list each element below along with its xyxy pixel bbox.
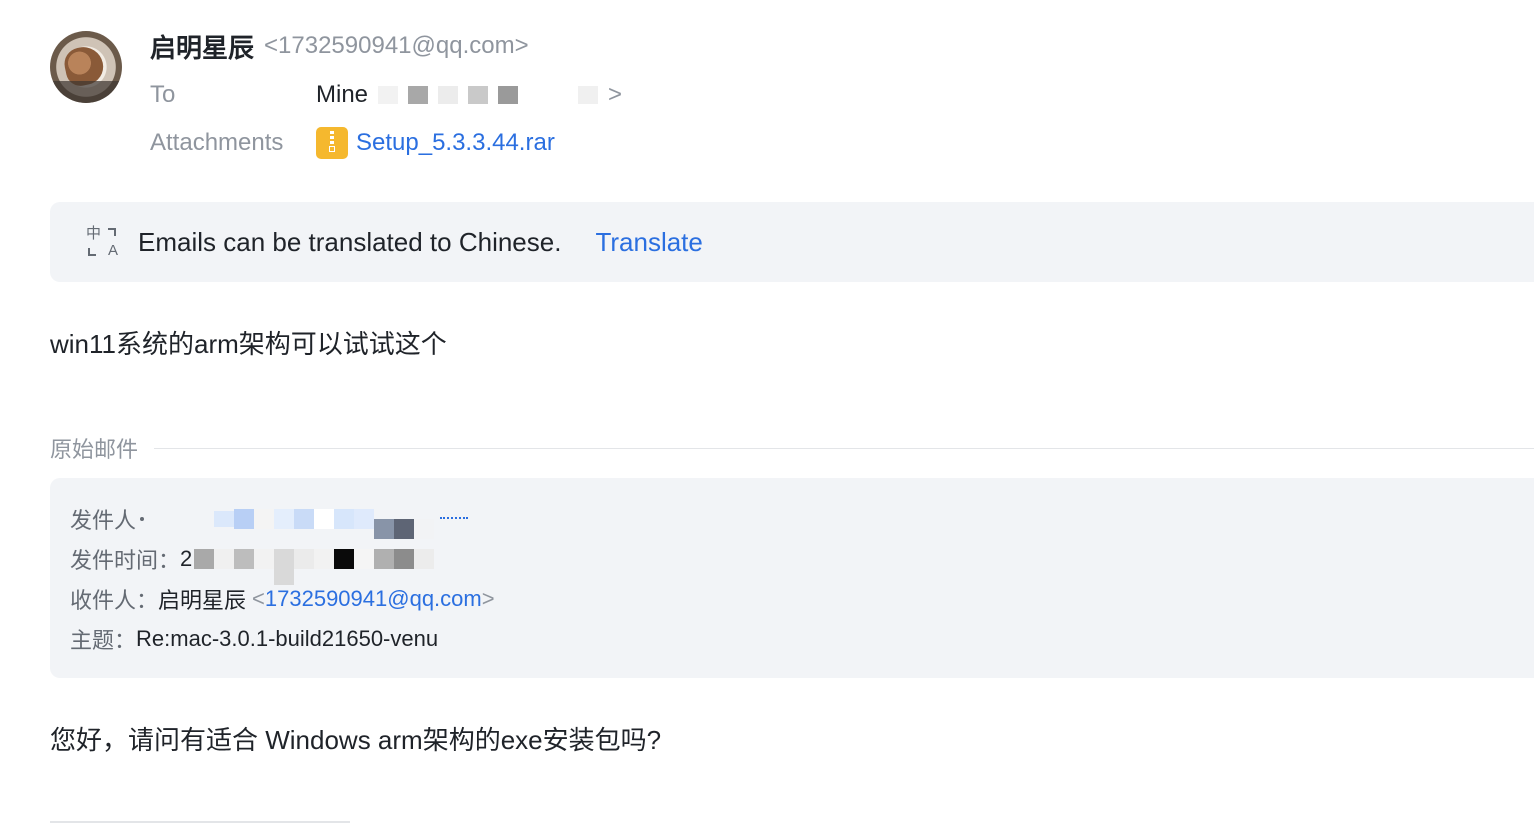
redaction-block — [414, 549, 435, 569]
attachments-row: Attachments Setup_5.3.3.44.rar — [150, 126, 555, 160]
redaction-block — [254, 549, 275, 569]
redaction-block — [394, 549, 415, 569]
quoted-to-name[interactable]: 启明星辰 — [158, 583, 246, 615]
sender-email[interactable]: <1732590941@qq.com> — [264, 32, 529, 60]
quoted-from-line: 发件人 — [70, 502, 469, 539]
original-mail-divider: 原始邮件 — [50, 432, 1534, 464]
redaction-block — [468, 86, 489, 104]
quoted-to-email-open: < — [252, 586, 265, 611]
avatar-rim — [50, 81, 122, 103]
translate-button[interactable]: Translate — [595, 227, 702, 258]
zip-file-icon[interactable] — [316, 127, 348, 159]
quoted-subject-label: 主题： — [70, 628, 137, 653]
redaction-block — [234, 549, 255, 569]
translate-icon-zh: 中 — [86, 225, 102, 242]
redaction-block — [438, 86, 459, 104]
translate-icon-a: A — [107, 242, 118, 259]
redaction-block — [334, 509, 355, 529]
email-reader: 启明星辰 <1732590941@qq.com> To Mine > Attac… — [0, 0, 1534, 826]
translate-icon-corner — [88, 248, 96, 256]
redaction-block — [498, 86, 519, 104]
sender-avatar[interactable] — [50, 31, 122, 103]
signature-divider — [50, 821, 350, 823]
redacted-time — [194, 544, 435, 585]
redaction-block — [414, 519, 435, 539]
redaction-block — [254, 509, 275, 529]
attachments-label: Attachments — [150, 129, 284, 156]
translate-banner: 中 A Emails can be translated to Chinese.… — [50, 202, 1534, 282]
redaction-block — [374, 519, 395, 539]
redaction-block — [354, 509, 375, 529]
translate-icon-corner — [108, 228, 116, 236]
redaction-block — [378, 86, 399, 104]
quoted-time-line: 发件时间： 2 — [70, 542, 435, 585]
redaction-block — [314, 509, 335, 529]
redaction-block — [354, 549, 375, 569]
redaction-block — [294, 549, 315, 569]
redaction-block — [374, 549, 395, 569]
quoted-headers-box: 发件人 发件时间： 2 收件人： 启明星辰 < 1732590941@qq.co… — [50, 478, 1534, 678]
sender-row: 启明星辰 <1732590941@qq.com> — [150, 28, 529, 64]
quoted-to-label: 收件人： — [70, 588, 159, 613]
redaction-block — [274, 549, 295, 585]
translate-message: Emails can be translated to Chinese. — [138, 226, 562, 257]
quoted-from-label: 发件人 — [70, 508, 137, 533]
redaction-block — [234, 509, 255, 529]
quoted-subject-line: 主题： Re:mac-3.0.1-build21650-venu — [70, 622, 438, 656]
quoted-to-email[interactable]: 1732590941@qq.com — [265, 586, 482, 612]
redacted-from — [140, 504, 469, 539]
redaction-block — [214, 549, 235, 569]
recipient-row: To Mine > — [150, 78, 622, 112]
redaction-block — [140, 517, 145, 521]
redaction-block — [394, 519, 415, 539]
quoted-body-text: 您好，请问有适合 Windows arm架构的exe安装包吗? — [50, 725, 662, 755]
redaction-block — [578, 86, 599, 104]
attachment-link[interactable]: Setup_5.3.3.44.rar — [356, 129, 555, 157]
redaction-block — [528, 86, 569, 104]
recipient-name[interactable]: Mine — [316, 81, 368, 109]
redaction-block — [408, 86, 429, 104]
recipient-close-angle: > — [608, 81, 623, 108]
redaction-block — [440, 517, 469, 521]
quoted-to-email-close: > — [481, 586, 495, 611]
redaction-block — [334, 549, 355, 569]
divider-line — [154, 447, 1534, 449]
sender-name[interactable]: 启明星辰 — [150, 28, 254, 65]
redaction-block — [194, 549, 215, 569]
redaction-block — [294, 509, 315, 529]
quoted-time-label: 发件时间： — [70, 548, 181, 573]
quoted-to-line: 收件人： 启明星辰 < 1732590941@qq.com > — [70, 582, 495, 616]
redacted-recipient-email — [378, 86, 599, 104]
redaction-block — [214, 511, 235, 527]
translate-icon: 中 A — [86, 226, 118, 258]
email-body-text: win11系统的arm架构可以试试这个 — [50, 329, 447, 359]
redaction-block — [274, 509, 295, 529]
to-label: To — [150, 81, 176, 108]
redaction-block — [314, 549, 335, 569]
original-mail-label: 原始邮件 — [50, 437, 139, 462]
quoted-time-head: 2 — [180, 546, 193, 571]
quoted-subject: Re:mac-3.0.1-build21650-venu — [136, 626, 439, 651]
